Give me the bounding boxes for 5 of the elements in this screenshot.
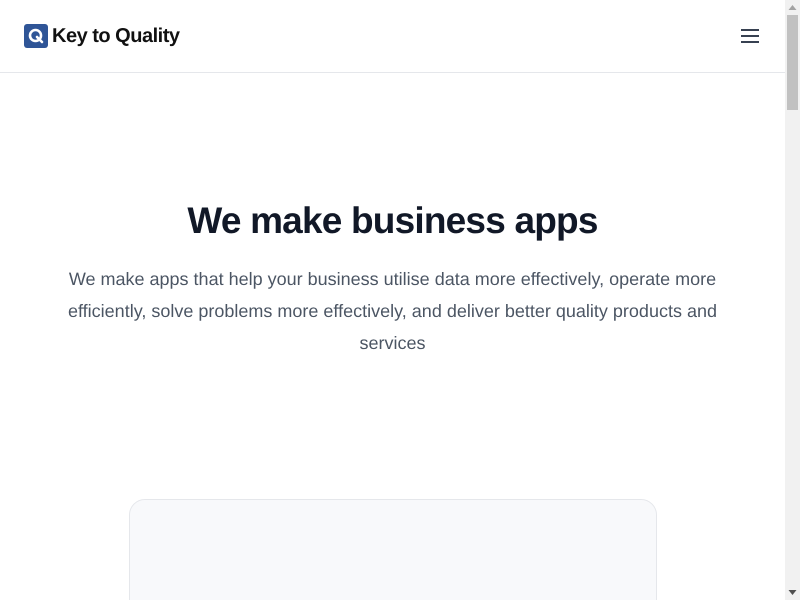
brand-name[interactable]: Key to Quality xyxy=(52,21,180,51)
menu-icon[interactable] xyxy=(741,29,759,43)
logo-icon xyxy=(24,24,48,48)
hero-title: We make business apps xyxy=(187,199,598,243)
hero-subtitle: We make apps that help your business utilise data more effectively, operate more efficiently, solve problems more effectively, and deliver better quality products and services xyxy=(66,268,718,355)
